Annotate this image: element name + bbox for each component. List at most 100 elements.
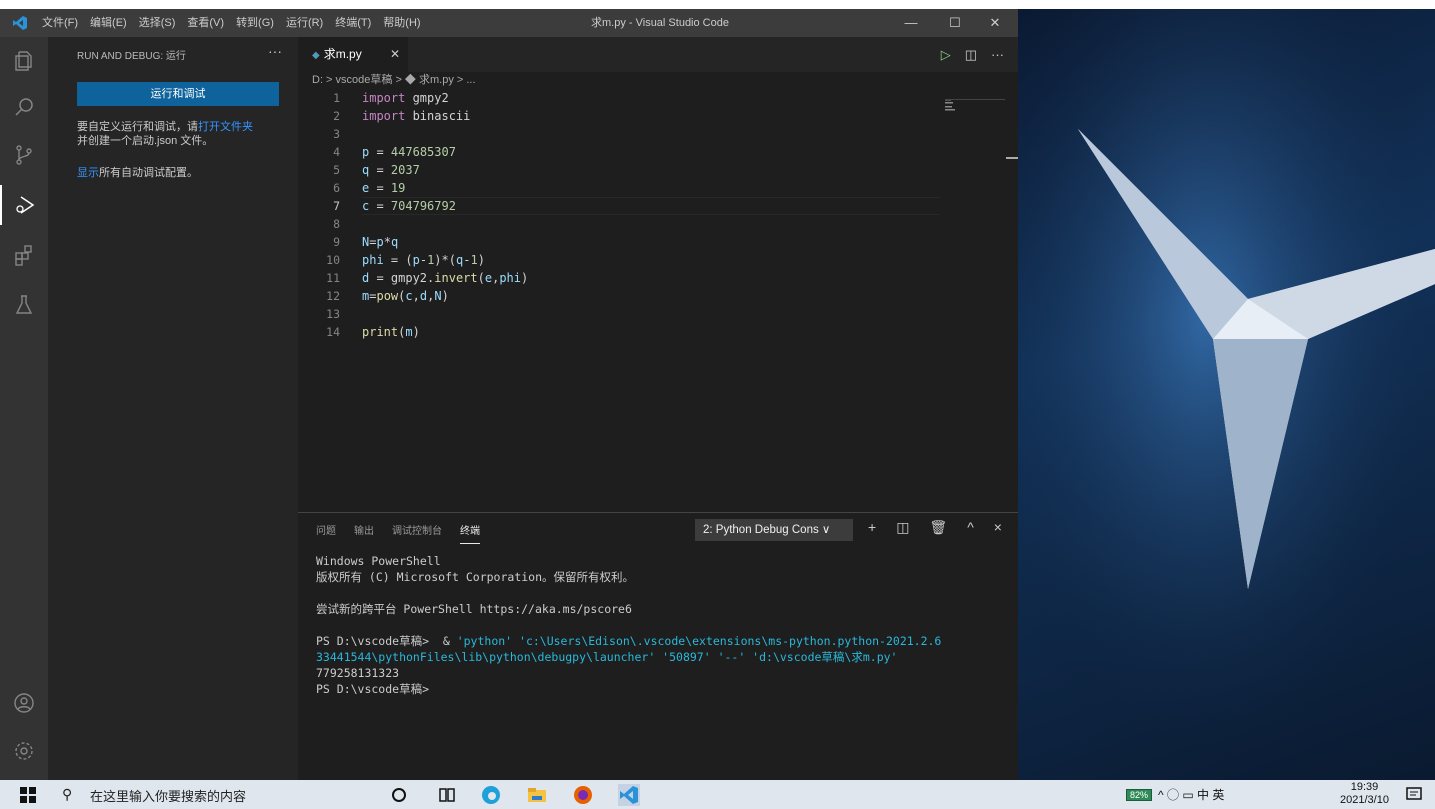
- code-line: d = gmpy2.invert(e,phi): [362, 271, 529, 285]
- menu-terminal[interactable]: 终端(T): [329, 9, 377, 37]
- scrollbar-marker[interactable]: [1006, 157, 1018, 159]
- run-and-debug-button[interactable]: 运行和调试: [77, 82, 279, 106]
- terminal-result: 779258131323: [316, 666, 400, 680]
- clock-time: 19:39: [1350, 781, 1379, 793]
- extensions-icon[interactable]: [0, 235, 48, 275]
- testing-icon[interactable]: [0, 285, 48, 325]
- open-folder-link[interactable]: 打开文件夹: [198, 121, 253, 133]
- show-all-configs-text: 显示所有自动调试配置。: [77, 164, 198, 180]
- menu-run[interactable]: 运行(R): [280, 9, 329, 37]
- breadcrumb[interactable]: D: > vscode草稿 > ◆ 求m.py > ...: [312, 73, 476, 87]
- tab-label: 求m.py: [323, 47, 362, 61]
- desktop-wallpaper: [1018, 9, 1435, 780]
- menu-bar: 文件(F) 编辑(E) 选择(S) 查看(V) 转到(G) 运行(R) 终端(T…: [36, 9, 427, 37]
- menu-view[interactable]: 查看(V): [181, 9, 230, 37]
- help-text-suffix: 并创建一个启动.json 文件。: [77, 135, 214, 147]
- code-line: phi = (p-1)*(q-1): [362, 253, 485, 267]
- windows-taskbar: ⚲ 在这里输入你要搜索的内容 82% ^ ◯ ▭ 中 英 19:39 2021/3…: [0, 780, 1435, 809]
- split-terminal-icon[interactable]: ◫: [896, 519, 909, 536]
- sidebar-title: RUN AND DEBUG: 运行: [77, 51, 186, 62]
- menu-help[interactable]: 帮助(H): [377, 9, 426, 37]
- code-line: m=pow(c,d,N): [362, 289, 449, 303]
- activity-bar: [0, 37, 48, 780]
- run-debug-icon[interactable]: [0, 185, 48, 225]
- task-view-icon[interactable]: [436, 784, 458, 806]
- notification-icon[interactable]: [1406, 786, 1422, 802]
- run-debug-sidebar: RUN AND DEBUG: 运行 ··· 运行和调试 要自定义运行和调试，请打…: [48, 37, 298, 780]
- code-line: import gmpy2: [362, 91, 449, 105]
- top-strip: [0, 0, 1435, 9]
- close-panel-icon[interactable]: ×: [994, 519, 1002, 536]
- editor-more-icon[interactable]: ···: [991, 47, 1004, 62]
- line-number: 8: [333, 217, 340, 231]
- terminal-line: 版权所有 (C) Microsoft Corporation。保留所有权利。: [316, 570, 635, 584]
- line-number: 12: [326, 289, 340, 303]
- terminal-line: Windows PowerShell: [316, 554, 441, 568]
- title-bar: 文件(F) 编辑(E) 选择(S) 查看(V) 转到(G) 运行(R) 终端(T…: [0, 9, 1018, 37]
- clock-date: 2021/3/10: [1340, 794, 1389, 806]
- show-suffix: 所有自动调试配置。: [99, 167, 198, 179]
- windows-start-icon[interactable]: [20, 787, 36, 803]
- minimize-button[interactable]: —: [888, 9, 934, 37]
- menu-go[interactable]: 转到(G): [230, 9, 280, 37]
- file-explorer-icon[interactable]: [526, 784, 548, 806]
- kill-terminal-icon[interactable]: 🗑: [929, 519, 947, 536]
- show-link[interactable]: 显示: [77, 167, 99, 179]
- close-button[interactable]: ✕: [972, 9, 1018, 37]
- code-line: import binascii: [362, 109, 471, 123]
- search-icon[interactable]: [0, 87, 48, 127]
- code-line: N=p*q: [362, 235, 399, 249]
- python-file-icon: ◆: [312, 50, 320, 61]
- maximize-panel-icon[interactable]: ^: [967, 519, 974, 536]
- vscode-logo-icon: [13, 16, 27, 30]
- panel-tabs: 问题 输出 调试控制台 终端: [316, 522, 480, 544]
- system-tray: 82% ^ ◯ ▭ 中 英: [1126, 786, 1224, 803]
- edge-browser-icon[interactable]: [480, 784, 502, 806]
- menu-edit[interactable]: 编辑(E): [84, 9, 133, 37]
- minimap[interactable]: [945, 99, 1005, 119]
- sidebar-more-button[interactable]: ···: [268, 43, 282, 59]
- wallpaper-star-graphic: [1018, 9, 1435, 780]
- menu-file[interactable]: 文件(F): [36, 9, 84, 37]
- new-terminal-icon[interactable]: +: [868, 519, 876, 536]
- tab-debug-console[interactable]: 调试控制台: [392, 522, 442, 544]
- line-number: 9: [333, 235, 340, 249]
- terminal-select[interactable]: 2: Python Debug Cons ∨: [695, 519, 853, 541]
- tab-output[interactable]: 输出: [354, 522, 374, 544]
- split-editor-icon[interactable]: ◫: [965, 47, 977, 63]
- clock[interactable]: 19:39 2021/3/10: [1340, 781, 1389, 807]
- window-title: 求m.py - Visual Studio Code: [591, 17, 729, 29]
- tab-terminal[interactable]: 终端: [460, 522, 480, 544]
- vscode-window: 文件(F) 编辑(E) 选择(S) 查看(V) 转到(G) 运行(R) 终端(T…: [0, 9, 1018, 780]
- battery-indicator[interactable]: 82%: [1126, 788, 1153, 801]
- source-control-icon[interactable]: [0, 135, 48, 175]
- firefox-icon[interactable]: [572, 784, 594, 806]
- search-icon[interactable]: ⚲: [62, 786, 72, 803]
- line-number: 4: [333, 145, 340, 159]
- tab-close-icon[interactable]: ✕: [390, 37, 400, 72]
- tray-icons[interactable]: ^ ◯ ▭ 中 英: [1158, 786, 1224, 803]
- line-number: 7: [333, 199, 340, 213]
- editor-tab-bar: ◆ 求m.py ✕ ▷ ◫ ···: [298, 37, 1018, 72]
- line-number: 14: [326, 325, 340, 339]
- settings-gear-icon[interactable]: [0, 731, 48, 771]
- help-text-prefix: 要自定义运行和调试，请: [77, 121, 198, 133]
- tab-problems[interactable]: 问题: [316, 522, 336, 544]
- panel-actions: + ◫ 🗑 ^ ×: [868, 519, 1002, 536]
- code-editor[interactable]: 1 import gmpy2 2 import binascii 3 4 p =…: [298, 91, 1018, 511]
- menu-selection[interactable]: 选择(S): [133, 9, 182, 37]
- sidebar-help-text: 要自定义运行和调试，请打开文件夹并创建一个启动.json 文件。: [77, 120, 282, 148]
- bottom-panel: 问题 输出 调试控制台 终端 2: Python Debug Cons ∨ + …: [298, 512, 1018, 780]
- account-icon[interactable]: [0, 683, 48, 723]
- taskbar-search-input[interactable]: 在这里输入你要搜索的内容: [90, 786, 246, 805]
- tab-qiu-m-py[interactable]: ◆ 求m.py ✕: [298, 37, 408, 72]
- terminal-output[interactable]: Windows PowerShell 版权所有 (C) Microsoft Cor…: [316, 553, 1016, 697]
- cortana-icon[interactable]: [388, 784, 410, 806]
- vscode-taskbar-icon[interactable]: [618, 784, 640, 806]
- code-line: c = 704796792: [362, 199, 456, 213]
- explorer-icon[interactable]: [0, 41, 48, 81]
- terminal-args-continued: 33441544\pythonFiles\lib\python\debugpy\…: [316, 650, 898, 664]
- run-file-icon[interactable]: ▷: [941, 47, 951, 63]
